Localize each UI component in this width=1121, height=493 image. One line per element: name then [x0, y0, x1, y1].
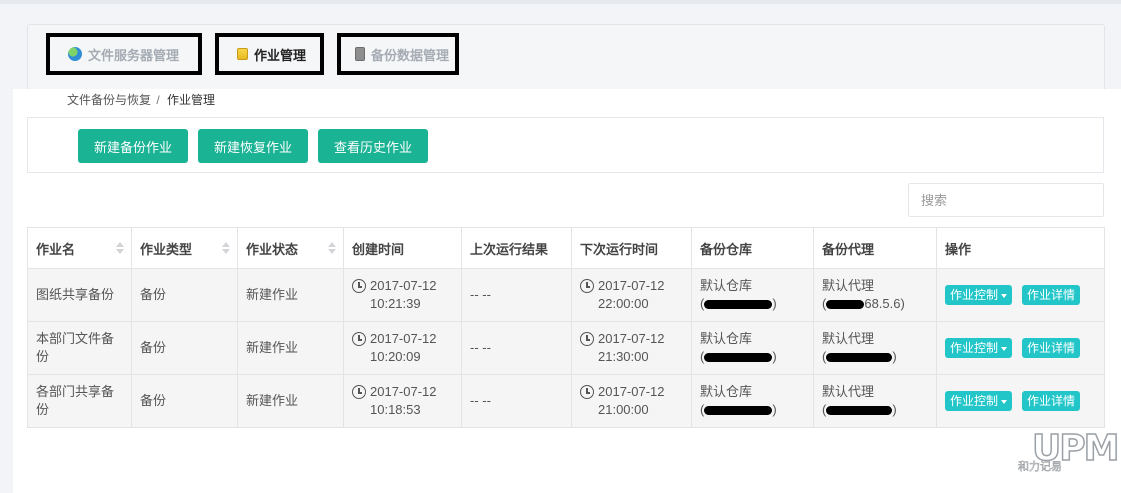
redaction-mark	[826, 406, 893, 416]
column-header-agent: 备份代理	[813, 227, 937, 269]
clock-icon	[580, 332, 594, 346]
repository-cell: 默认仓库()	[691, 321, 814, 375]
operations-cell: 作业控制 作业详情	[936, 268, 1105, 322]
repository-cell: 默认仓库()	[691, 268, 814, 322]
column-header-operations: 操作	[936, 227, 1105, 269]
breadcrumb-parent[interactable]: 文件备份与恢复	[67, 93, 151, 107]
tab-label: 文件服务器管理	[88, 47, 180, 63]
table-row: 本部门文件备份 备份 新建作业 2017-07-12 10:20:09 -- --…	[27, 321, 1105, 375]
watermark-logo: UPM 和力记易	[1014, 426, 1120, 486]
caret-down-icon	[1001, 293, 1008, 298]
job-name-cell: 图纸共享备份	[27, 268, 132, 322]
clock-icon	[580, 385, 594, 399]
column-header-last-result: 上次运行结果	[461, 227, 572, 269]
column-header-next-run: 下次运行时间	[571, 227, 692, 269]
last-result-cell: -- --	[461, 321, 572, 375]
tab-label: 备份数据管理	[371, 47, 450, 63]
job-name-cell: 各部门共享备份	[27, 374, 132, 428]
caret-down-icon	[1001, 346, 1008, 351]
clock-icon	[352, 279, 366, 293]
next-run-cell: 2017-07-12 22:00:00	[571, 268, 692, 322]
tab-job-management[interactable]: 作业管理	[215, 33, 324, 75]
job-control-dropdown[interactable]: 作业控制	[945, 338, 1013, 358]
job-type-cell: 备份	[131, 321, 238, 375]
job-detail-button[interactable]: 作业详情	[1022, 391, 1081, 411]
job-control-dropdown[interactable]: 作业控制	[945, 391, 1013, 411]
sort-icon	[328, 242, 336, 254]
redaction-mark	[704, 406, 773, 416]
agent-cell: 默认代理(68.5.6)	[813, 268, 937, 322]
job-name-cell: 本部门文件备份	[27, 321, 132, 375]
breadcrumb-separator: /	[156, 93, 160, 107]
caret-down-icon	[1001, 399, 1008, 404]
created-time-cell: 2017-07-12 10:21:39	[343, 268, 462, 322]
globe-icon	[68, 47, 82, 61]
column-header-repository: 备份仓库	[691, 227, 814, 269]
repository-cell: 默认仓库()	[691, 374, 814, 428]
column-header-job-name[interactable]: 作业名	[27, 227, 132, 269]
tab-backup-data-management[interactable]: 备份数据管理	[337, 33, 459, 75]
sort-icon	[116, 242, 124, 254]
job-detail-button[interactable]: 作业详情	[1022, 285, 1081, 305]
operations-cell: 作业控制 作业详情	[936, 321, 1105, 375]
search-input[interactable]	[908, 183, 1104, 217]
redaction-mark	[704, 353, 773, 363]
agent-cell: 默认代理()	[813, 374, 937, 428]
sort-icon	[222, 242, 230, 254]
table-header-row: 作业名 作业类型 作业状态 创建时间 上次运行结果 下次运行时间 备份仓库 备份…	[27, 227, 1105, 269]
table-row: 各部门共享备份 备份 新建作业 2017-07-12 10:18:53 -- --…	[27, 374, 1105, 428]
column-header-job-type[interactable]: 作业类型	[131, 227, 238, 269]
job-detail-button[interactable]: 作业详情	[1022, 338, 1081, 358]
job-status-cell: 新建作业	[237, 321, 344, 375]
job-status-cell: 新建作业	[237, 268, 344, 322]
created-time-cell: 2017-07-12 10:18:53	[343, 374, 462, 428]
agent-cell: 默认代理()	[813, 321, 937, 375]
redaction-mark	[704, 300, 773, 310]
clock-icon	[580, 279, 594, 293]
top-bar	[0, 0, 1121, 4]
jobs-table: 作业名 作业类型 作业状态 创建时间 上次运行结果 下次运行时间 备份仓库 备份…	[27, 227, 1105, 428]
cabinet-icon	[355, 47, 365, 61]
notepad-icon	[237, 48, 248, 60]
new-backup-job-button[interactable]: 新建备份作业	[78, 129, 188, 163]
job-type-cell: 备份	[131, 374, 238, 428]
new-restore-job-button[interactable]: 新建恢复作业	[198, 129, 308, 163]
redaction-mark	[826, 353, 893, 363]
column-header-job-status[interactable]: 作业状态	[237, 227, 344, 269]
last-result-cell: -- --	[461, 374, 572, 428]
column-header-created-time: 创建时间	[343, 227, 462, 269]
created-time-cell: 2017-07-12 10:20:09	[343, 321, 462, 375]
tab-file-server-management[interactable]: 文件服务器管理	[46, 33, 202, 75]
next-run-cell: 2017-07-12 21:30:00	[571, 321, 692, 375]
clock-icon	[352, 332, 366, 346]
last-result-cell: -- --	[461, 268, 572, 322]
breadcrumb-current: 作业管理	[167, 93, 216, 107]
table-row: 图纸共享备份 备份 新建作业 2017-07-12 10:21:39 -- -- …	[27, 268, 1105, 322]
action-toolbar	[27, 117, 1104, 173]
job-type-cell: 备份	[131, 268, 238, 322]
job-status-cell: 新建作业	[237, 374, 344, 428]
job-control-dropdown[interactable]: 作业控制	[945, 285, 1013, 305]
view-history-jobs-button[interactable]: 查看历史作业	[318, 129, 428, 163]
tab-label: 作业管理	[254, 47, 307, 63]
operations-cell: 作业控制 作业详情	[936, 374, 1105, 428]
clock-icon	[352, 385, 366, 399]
watermark-text: 和力记易	[1018, 461, 1063, 474]
next-run-cell: 2017-07-12 21:00:00	[571, 374, 692, 428]
redaction-mark	[826, 300, 865, 310]
breadcrumb: 文件备份与恢复 / 作业管理	[67, 91, 215, 108]
